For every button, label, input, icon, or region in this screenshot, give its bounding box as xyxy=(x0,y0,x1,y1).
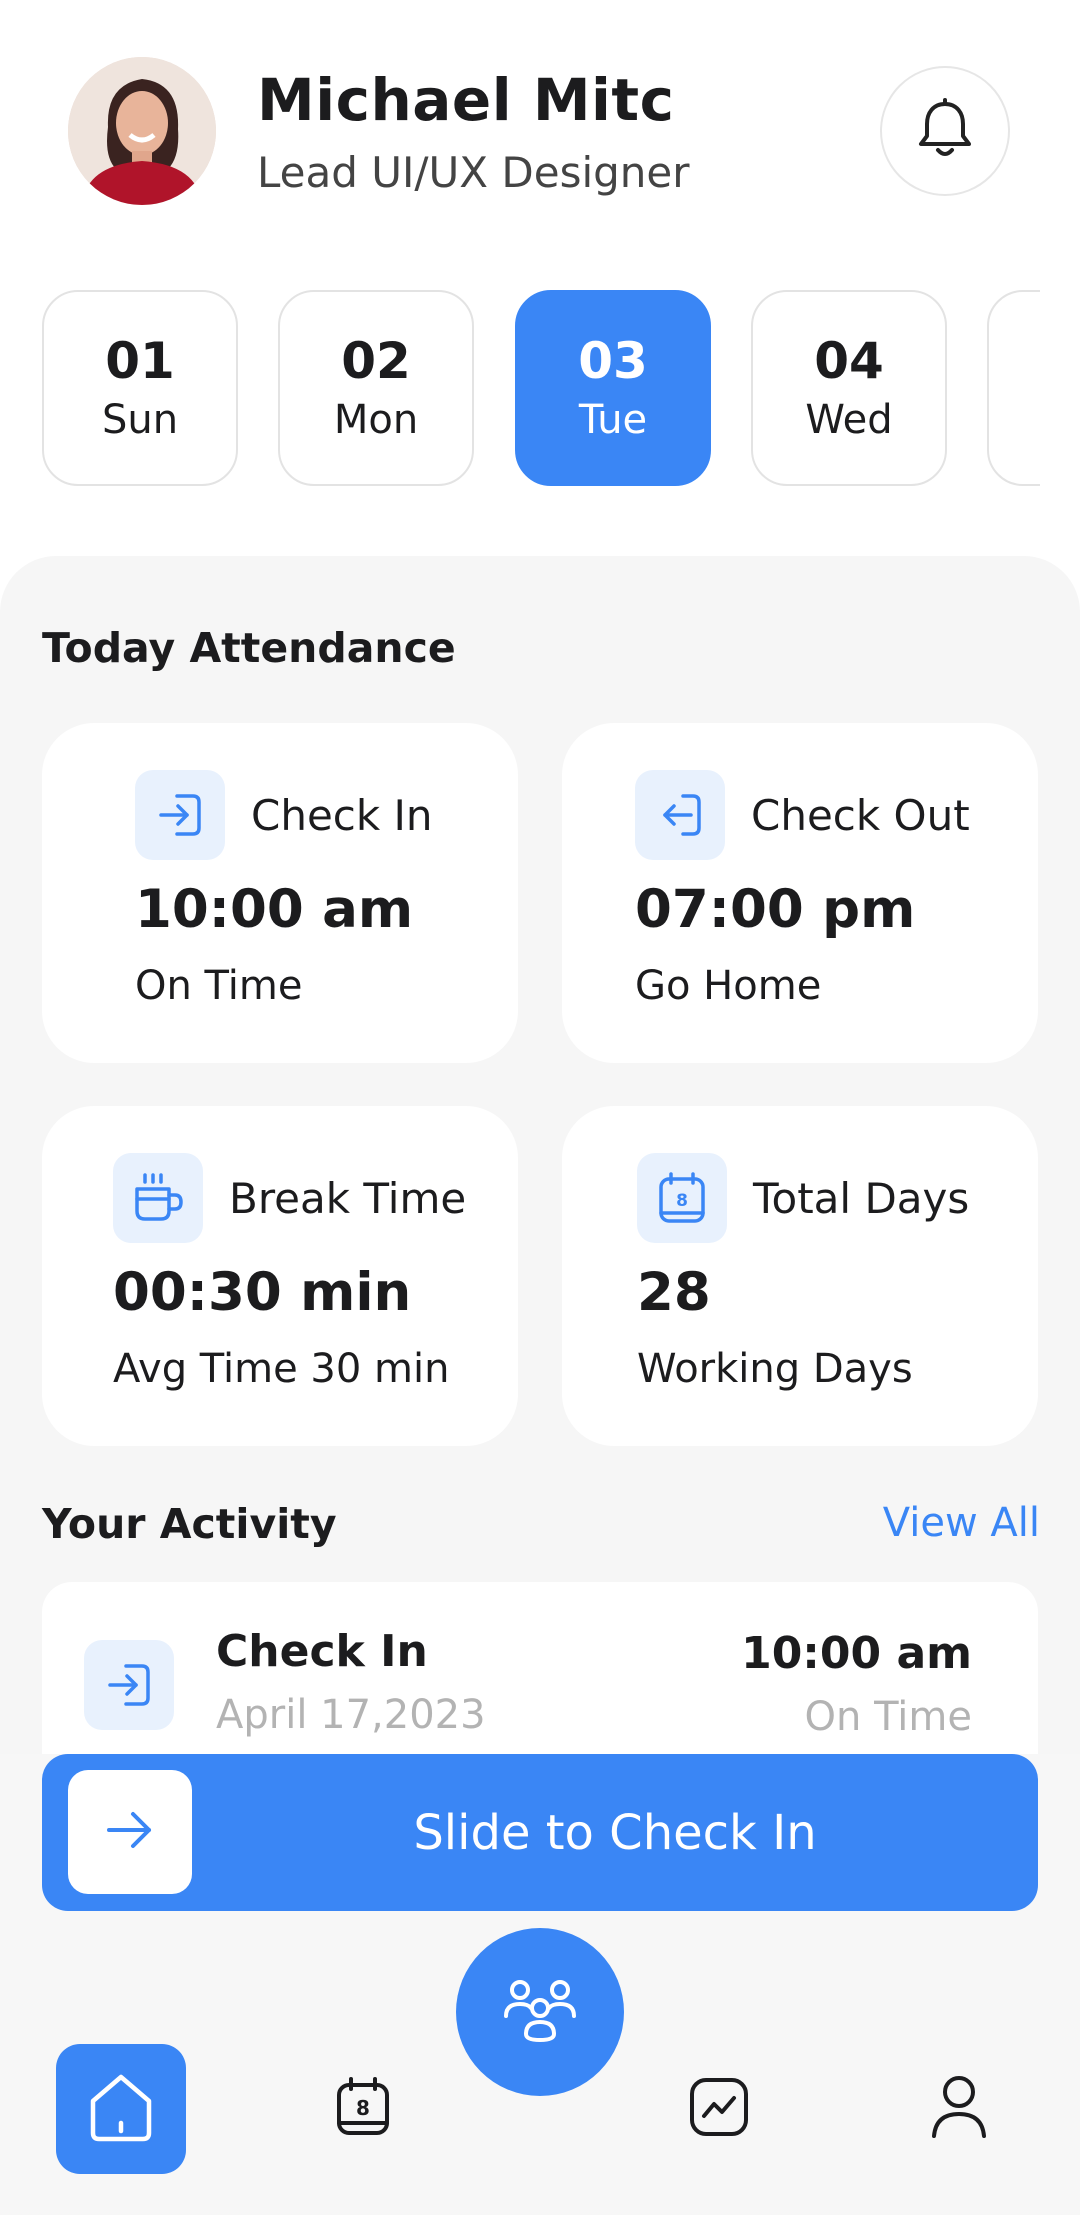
activity-title: Check In xyxy=(216,1626,428,1677)
your-activity-title: Your Activity xyxy=(42,1500,337,1548)
check-out-card[interactable]: Check Out 07:00 pm Go Home xyxy=(562,723,1038,1063)
nav-profile[interactable] xyxy=(894,2044,1024,2174)
nav-analytics[interactable] xyxy=(654,2044,784,2174)
bell-icon xyxy=(917,98,973,164)
nav-home[interactable] xyxy=(56,2044,186,2174)
activity-date: April 17,2023 xyxy=(216,1692,486,1738)
date-day: Mon xyxy=(333,396,419,443)
calendar-icon: 8 xyxy=(333,2075,393,2143)
user-name: Michael Mitc xyxy=(257,66,675,134)
check-in-icon xyxy=(135,770,225,860)
activity-time: 10:00 am xyxy=(741,1628,972,1679)
slide-to-check-in[interactable]: Slide to Check In xyxy=(42,1754,1038,1911)
coffee-cup-icon xyxy=(113,1153,203,1243)
arrow-right-icon xyxy=(105,1808,155,1856)
check-in-status: On Time xyxy=(135,963,303,1009)
date-card-01[interactable]: 01 Sun xyxy=(42,290,238,486)
check-in-icon xyxy=(84,1640,174,1730)
total-days-value: 28 xyxy=(637,1262,711,1323)
break-time-label: Break Time xyxy=(229,1174,467,1223)
calendar-icon: 8 xyxy=(637,1153,727,1243)
user-role: Lead UI/UX Designer xyxy=(257,148,690,197)
break-time-value: 00:30 min xyxy=(113,1262,412,1323)
check-out-time: 07:00 pm xyxy=(635,879,916,940)
calendar-icon-number: 8 xyxy=(676,1191,688,1211)
team-button[interactable] xyxy=(456,1928,624,2096)
check-out-icon xyxy=(635,770,725,860)
date-number: 03 xyxy=(578,331,648,390)
date-day: Tue xyxy=(578,396,648,443)
date-number: 04 xyxy=(814,331,884,390)
notification-button[interactable] xyxy=(880,66,1010,196)
check-out-label: Check Out xyxy=(751,791,970,840)
today-attendance-title: Today Attendance xyxy=(42,624,456,672)
date-day: Sun xyxy=(101,396,179,443)
nav-calendar-number: 8 xyxy=(356,2096,370,2120)
date-card-03[interactable]: 03 Tue xyxy=(515,290,711,486)
break-time-avg: Avg Time 30 min xyxy=(113,1346,450,1392)
total-days-label: Total Days xyxy=(753,1174,970,1223)
avatar[interactable] xyxy=(68,57,216,205)
nav-calendar[interactable]: 8 xyxy=(298,2044,428,2174)
slide-handle[interactable] xyxy=(68,1770,192,1894)
chart-icon xyxy=(688,2076,750,2142)
slide-label: Slide to Check In xyxy=(413,1804,817,1861)
date-card-02[interactable]: 02 Mon xyxy=(278,290,474,486)
break-time-card[interactable]: Break Time 00:30 min Avg Time 30 min xyxy=(42,1106,518,1446)
view-all-link[interactable]: View All xyxy=(880,1500,1040,1546)
check-in-time: 10:00 am xyxy=(135,879,414,940)
profile-header: Michael Mitc Lead UI/UX Designer xyxy=(0,0,1080,270)
check-in-label: Check In xyxy=(251,791,433,840)
date-card-05-partial[interactable] xyxy=(987,290,1040,486)
date-day: Wed xyxy=(805,396,893,443)
team-icon xyxy=(498,1968,582,2056)
profile-icon xyxy=(928,2074,990,2144)
total-days-card[interactable]: 8 Total Days 28 Working Days xyxy=(562,1106,1038,1446)
date-number: 01 xyxy=(105,331,175,390)
check-in-card[interactable]: Check In 10:00 am On Time xyxy=(42,723,518,1063)
activity-status: On Time xyxy=(804,1694,972,1740)
home-icon xyxy=(81,2067,161,2151)
working-days-label: Working Days xyxy=(637,1346,913,1392)
date-card-04[interactable]: 04 Wed xyxy=(751,290,947,486)
date-selector: 01 Sun 02 Mon 03 Tue 04 Wed xyxy=(0,290,1040,490)
date-number: 02 xyxy=(341,331,411,390)
check-out-status: Go Home xyxy=(635,963,822,1009)
